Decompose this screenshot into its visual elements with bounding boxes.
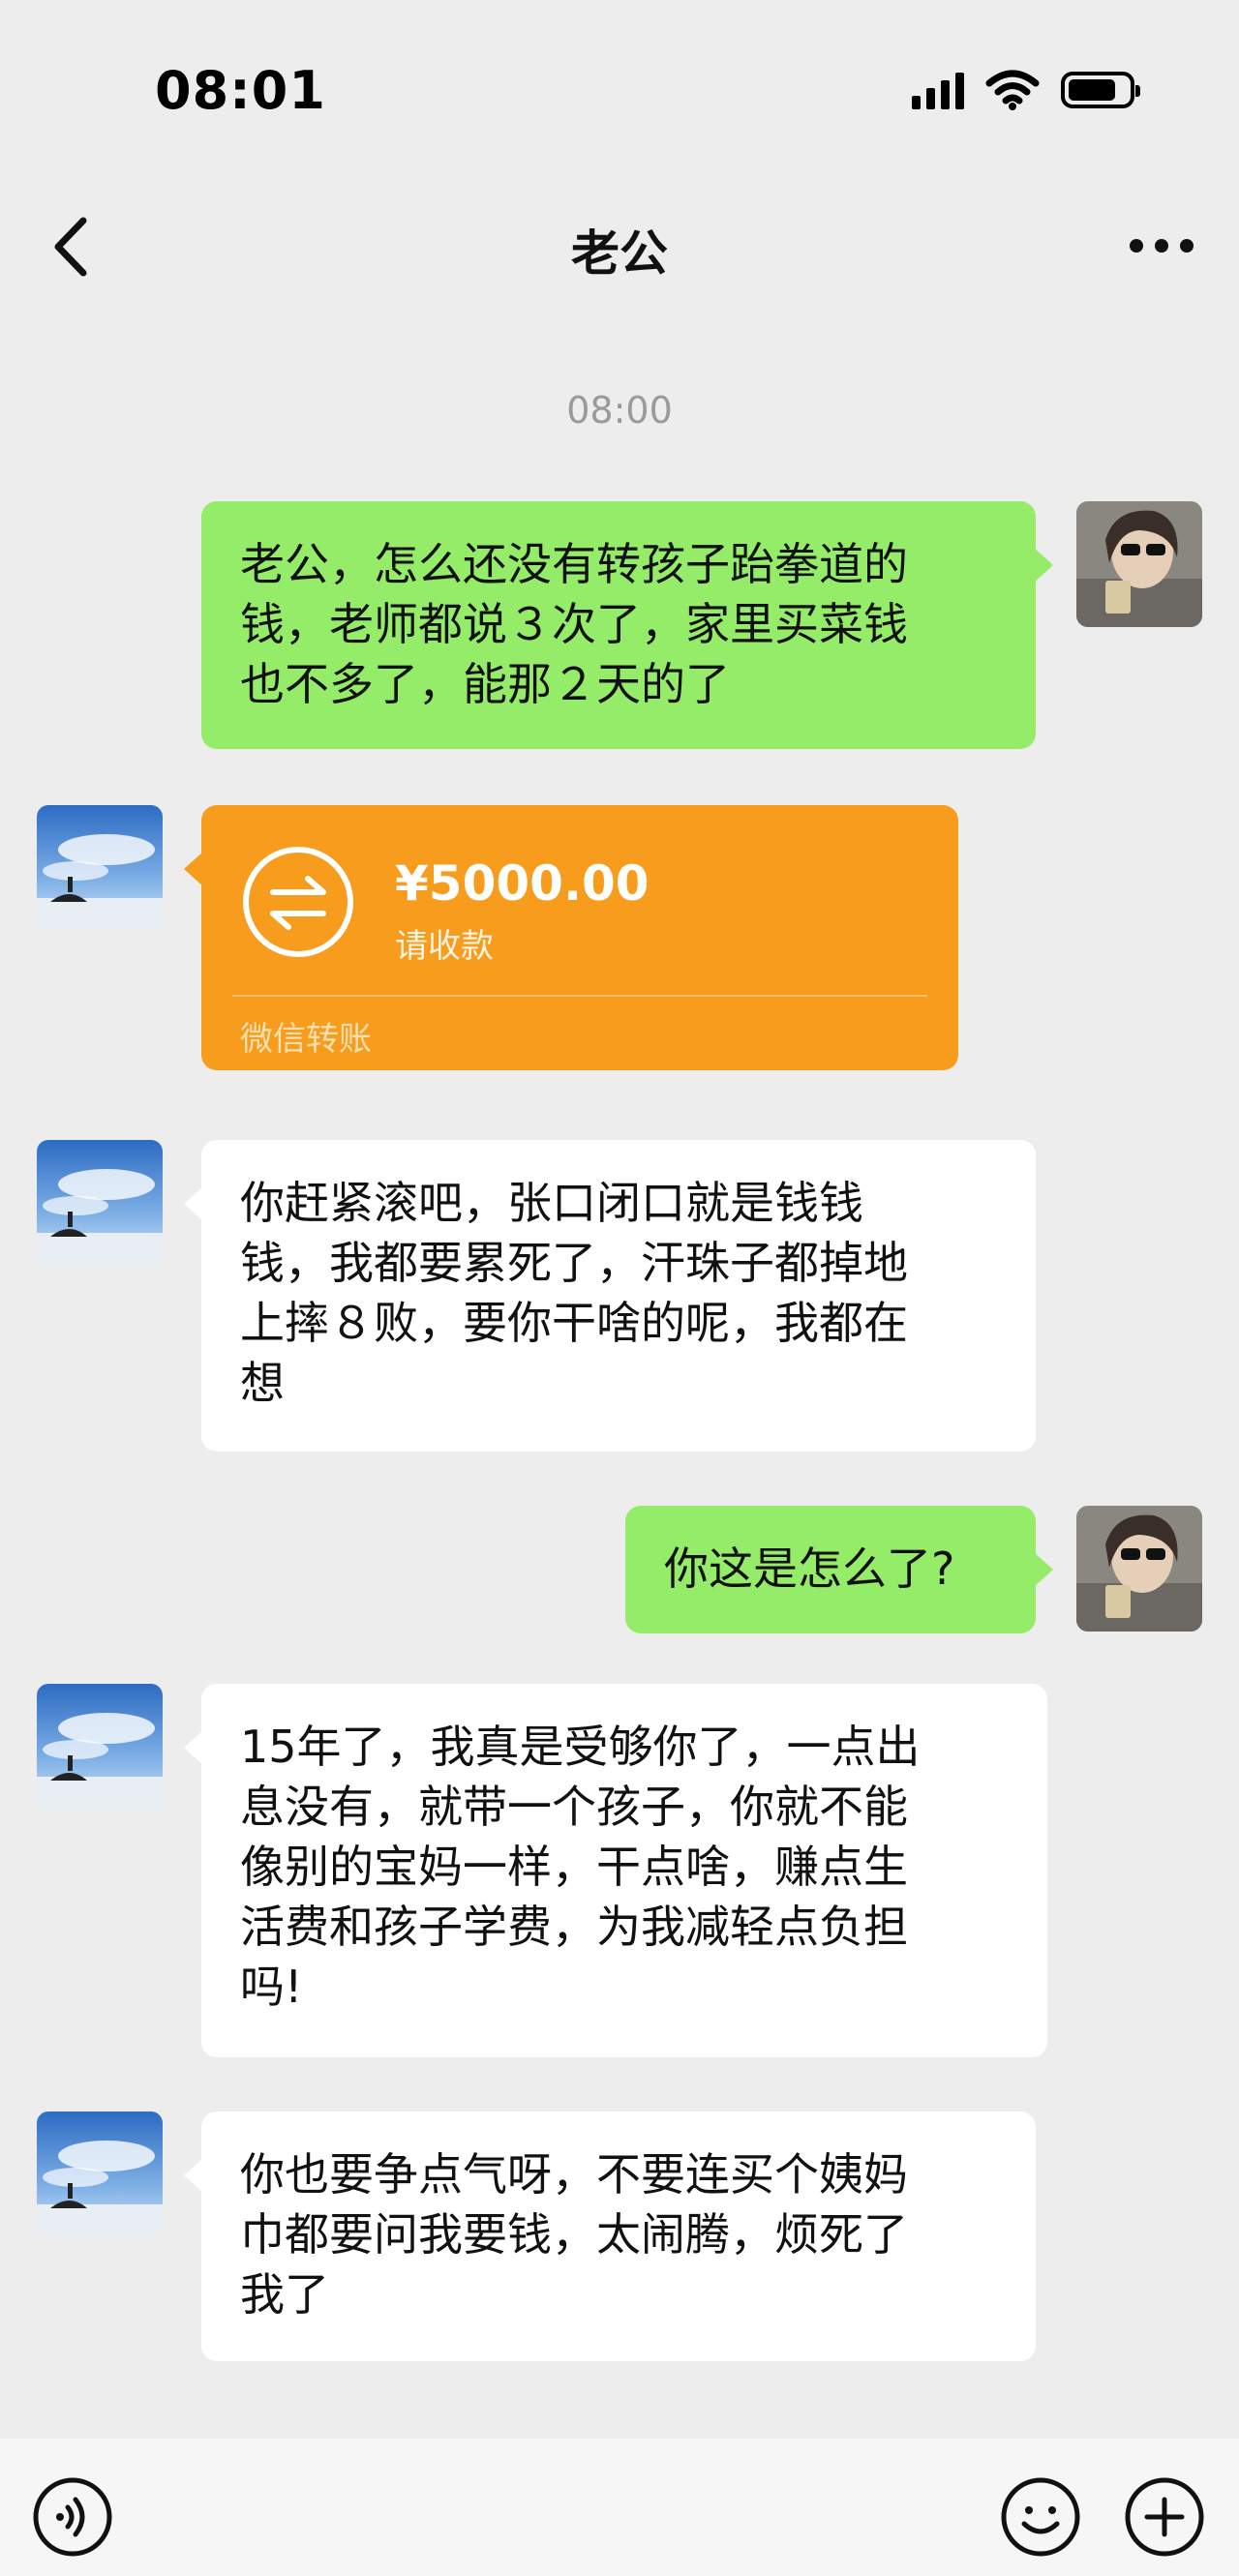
message-timestamp: 08:00	[566, 389, 673, 432]
message-line: 钱，老师都说３次了，家里买菜钱	[240, 598, 908, 650]
status-time: 08:01	[155, 60, 326, 121]
transfer-divider	[232, 995, 927, 997]
voice-icon[interactable]	[31, 2475, 114, 2559]
message-bubble-self[interactable]: 老公，怎么还没有转孩子跆拳道的 钱，老师都说３次了，家里买菜钱 也不多了，能那２…	[201, 501, 1053, 749]
more-dots-icon[interactable]	[1123, 226, 1200, 265]
self-avatar[interactable]	[1076, 1506, 1202, 1632]
message-bubble-self[interactable]: 你这是怎么了?	[625, 1506, 1053, 1633]
battery-icon	[1061, 72, 1140, 108]
message-line: 上摔８败，要你干啥的呢，我都在	[240, 1297, 908, 1349]
message-bubble-contact[interactable]: 你也要争点气呀，不要连买个姨妈 巾都要问我要钱，太闹腾，烦死了 我了	[184, 2112, 1036, 2361]
signal-icon	[912, 71, 964, 109]
transfer-arrows-icon	[243, 847, 353, 957]
input-bar	[0, 2439, 1239, 2576]
message-line: 巾都要问我要钱，太闹腾，烦死了	[240, 2208, 908, 2261]
message-line: 你这是怎么了?	[664, 1543, 955, 1595]
contact-avatar[interactable]	[37, 805, 163, 931]
transfer-amount: ¥5000.00	[395, 855, 650, 912]
contact-avatar[interactable]	[37, 1684, 163, 1810]
message-line: 也不多了，能那２天的了	[240, 658, 730, 710]
chat-area[interactable]: 08:00 老公，怎么还没有转孩子跆拳道的 钱，老师都说３次了，家里买菜钱 也不…	[0, 310, 1239, 2439]
message-bubble-contact[interactable]: 你赶紧滚吧，张口闭口就是钱钱 钱，我都要累死了，汗珠子都掉地 上摔８败，要你干啥…	[184, 1140, 1036, 1452]
message-line: 15年了，我真是受够你了，一点出	[240, 1721, 921, 1773]
message-line: 你也要争点气呀，不要连买个姨妈	[240, 2148, 908, 2201]
message-line: 我了	[240, 2268, 329, 2321]
nav-bar: 老公	[0, 184, 1239, 310]
contact-avatar[interactable]	[37, 2112, 163, 2237]
message-line: 老公，怎么还没有转孩子跆拳道的	[240, 538, 908, 590]
transfer-status: 请收款	[395, 927, 494, 966]
self-avatar[interactable]	[1076, 501, 1202, 627]
message-line: 吗!	[240, 1961, 303, 2013]
plus-icon[interactable]	[1123, 2475, 1206, 2559]
contact-avatar[interactable]	[37, 1140, 163, 1266]
message-line: 像别的宝妈一样，干点啥，赚点生	[240, 1841, 908, 1893]
message-line: 想	[240, 1357, 285, 1409]
status-bar: 08:01	[0, 0, 1239, 184]
emoji-icon[interactable]	[999, 2475, 1082, 2559]
status-icons	[912, 70, 1140, 110]
chat-title: 老公	[571, 225, 668, 282]
message-line: 你赶紧滚吧，张口闭口就是钱钱	[240, 1177, 863, 1229]
message-line: 息没有，就带一个孩子，你就不能	[240, 1781, 908, 1833]
transfer-card[interactable]: ¥5000.00 请收款 微信转账	[184, 805, 958, 1070]
message-bubble-contact[interactable]: 15年了，我真是受够你了，一点出 息没有，就带一个孩子，你就不能 像别的宝妈一样…	[184, 1684, 1047, 2057]
wifi-icon	[985, 70, 1040, 110]
message-line: 活费和孩子学费，为我减轻点负担	[240, 1901, 908, 1953]
message-line: 钱，我都要累死了，汗珠子都掉地	[240, 1237, 908, 1289]
transfer-footer-label: 微信转账	[240, 1020, 372, 1059]
